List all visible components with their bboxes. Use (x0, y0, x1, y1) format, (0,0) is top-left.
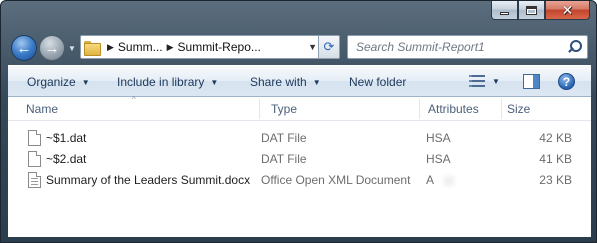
organize-label: Organize (27, 75, 76, 89)
column-header-row: ^ Name Type Attributes Size (8, 96, 591, 121)
maximize-icon (526, 5, 537, 15)
breadcrumb-separator-icon[interactable]: ▶ (107, 42, 114, 53)
file-name: ~$2.dat (46, 152, 87, 166)
file-row[interactable]: ~$2.dat DAT File HSA 41 KB (8, 149, 591, 170)
refresh-button[interactable]: ⟳ (318, 35, 340, 59)
file-attributes-value: A (426, 173, 435, 187)
column-header-attributes[interactable]: Attributes (418, 97, 498, 121)
column-header-attributes-label: Attributes (428, 102, 479, 116)
minimize-icon (500, 11, 509, 15)
new-folder-button[interactable]: New folder (349, 75, 406, 89)
command-bar: Organize ▼ Include in library ▼ Share with… (8, 65, 591, 97)
file-size: 42 KB (539, 131, 572, 145)
search-icon[interactable] (567, 40, 582, 54)
back-arrow-icon: ← (16, 39, 32, 57)
include-in-library-label: Include in library (117, 75, 205, 89)
include-in-library-button[interactable]: Include in library ▼ (117, 75, 218, 89)
file-type: DAT File (261, 152, 307, 166)
breadcrumb-item[interactable]: Summ... (118, 40, 163, 54)
file-row[interactable]: Summary of the Leaders Summit.docx Offic… (8, 170, 591, 191)
column-header-size-label: Size (507, 102, 531, 116)
breadcrumb-separator-icon[interactable]: ▶ (167, 42, 174, 53)
file-size: 23 KB (539, 173, 572, 187)
close-button[interactable]: ✕ (545, 1, 590, 20)
address-history-dropdown[interactable]: ▼ (308, 42, 317, 52)
column-header-type[interactable]: Type (261, 97, 421, 121)
redacted-mark (444, 175, 455, 186)
refresh-icon: ⟳ (323, 39, 335, 54)
chevron-down-icon: ▼ (81, 77, 90, 87)
folder-icon (84, 40, 101, 56)
file-list: ^ Name Type Attributes Size ~$1.dat DAT … (8, 96, 591, 237)
file-size: 41 KB (539, 152, 572, 166)
search-placeholder: Search Summit-Report1 (356, 40, 485, 54)
close-icon: ✕ (561, 2, 574, 18)
blank-file-icon (28, 151, 41, 167)
preview-pane-icon[interactable] (523, 74, 540, 89)
column-header-name-label: Name (26, 102, 59, 116)
file-name: Summary of the Leaders Summit.docx (46, 173, 251, 187)
file-attributes: HSA (426, 131, 451, 145)
file-attributes: A (426, 170, 455, 191)
column-header-size[interactable]: Size (497, 97, 587, 121)
maximize-button[interactable] (518, 1, 545, 20)
explorer-window: ✕ ← → ▼ ▶ Summ... ▶ Summit-Repo... ▼ ⟳ S… (0, 0, 597, 243)
column-divider[interactable] (259, 99, 260, 119)
search-input[interactable]: Search Summit-Report1 (347, 35, 588, 59)
navigation-bar: ← → ▼ ▶ Summ... ▶ Summit-Repo... ▼ ⟳ Sea… (1, 29, 597, 65)
share-with-button[interactable]: Share with ▼ (250, 75, 321, 89)
blank-file-icon (28, 130, 41, 146)
caption-buttons: ✕ (491, 1, 590, 20)
minimize-button[interactable] (491, 1, 518, 20)
breadcrumb-item[interactable]: Summit-Repo... (178, 40, 261, 54)
document-file-icon (28, 172, 41, 188)
share-with-label: Share with (250, 75, 307, 89)
column-header-name[interactable]: Name (16, 97, 261, 121)
change-view-icon[interactable] (469, 75, 485, 88)
file-name: ~$1.dat (46, 131, 87, 145)
file-type: Office Open XML Document (261, 173, 411, 187)
file-row[interactable]: ~$1.dat DAT File HSA 42 KB (8, 128, 591, 149)
file-attributes: HSA (426, 152, 451, 166)
new-folder-label: New folder (349, 75, 407, 89)
chevron-down-icon: ▼ (312, 77, 321, 87)
back-button[interactable]: ← (11, 35, 37, 61)
view-options-dropdown[interactable]: ▼ (492, 77, 500, 86)
recent-pages-dropdown[interactable]: ▼ (68, 44, 76, 53)
chevron-down-icon: ▼ (210, 77, 219, 87)
column-header-type-label: Type (271, 102, 298, 116)
forward-button[interactable]: → (39, 35, 65, 61)
organize-button[interactable]: Organize ▼ (27, 75, 90, 89)
address-bar[interactable]: ▶ Summ... ▶ Summit-Repo... ▼ ⟳ (80, 35, 340, 59)
help-icon[interactable]: ? (558, 73, 575, 90)
file-type: DAT File (261, 131, 307, 145)
forward-arrow-icon: → (44, 39, 60, 57)
